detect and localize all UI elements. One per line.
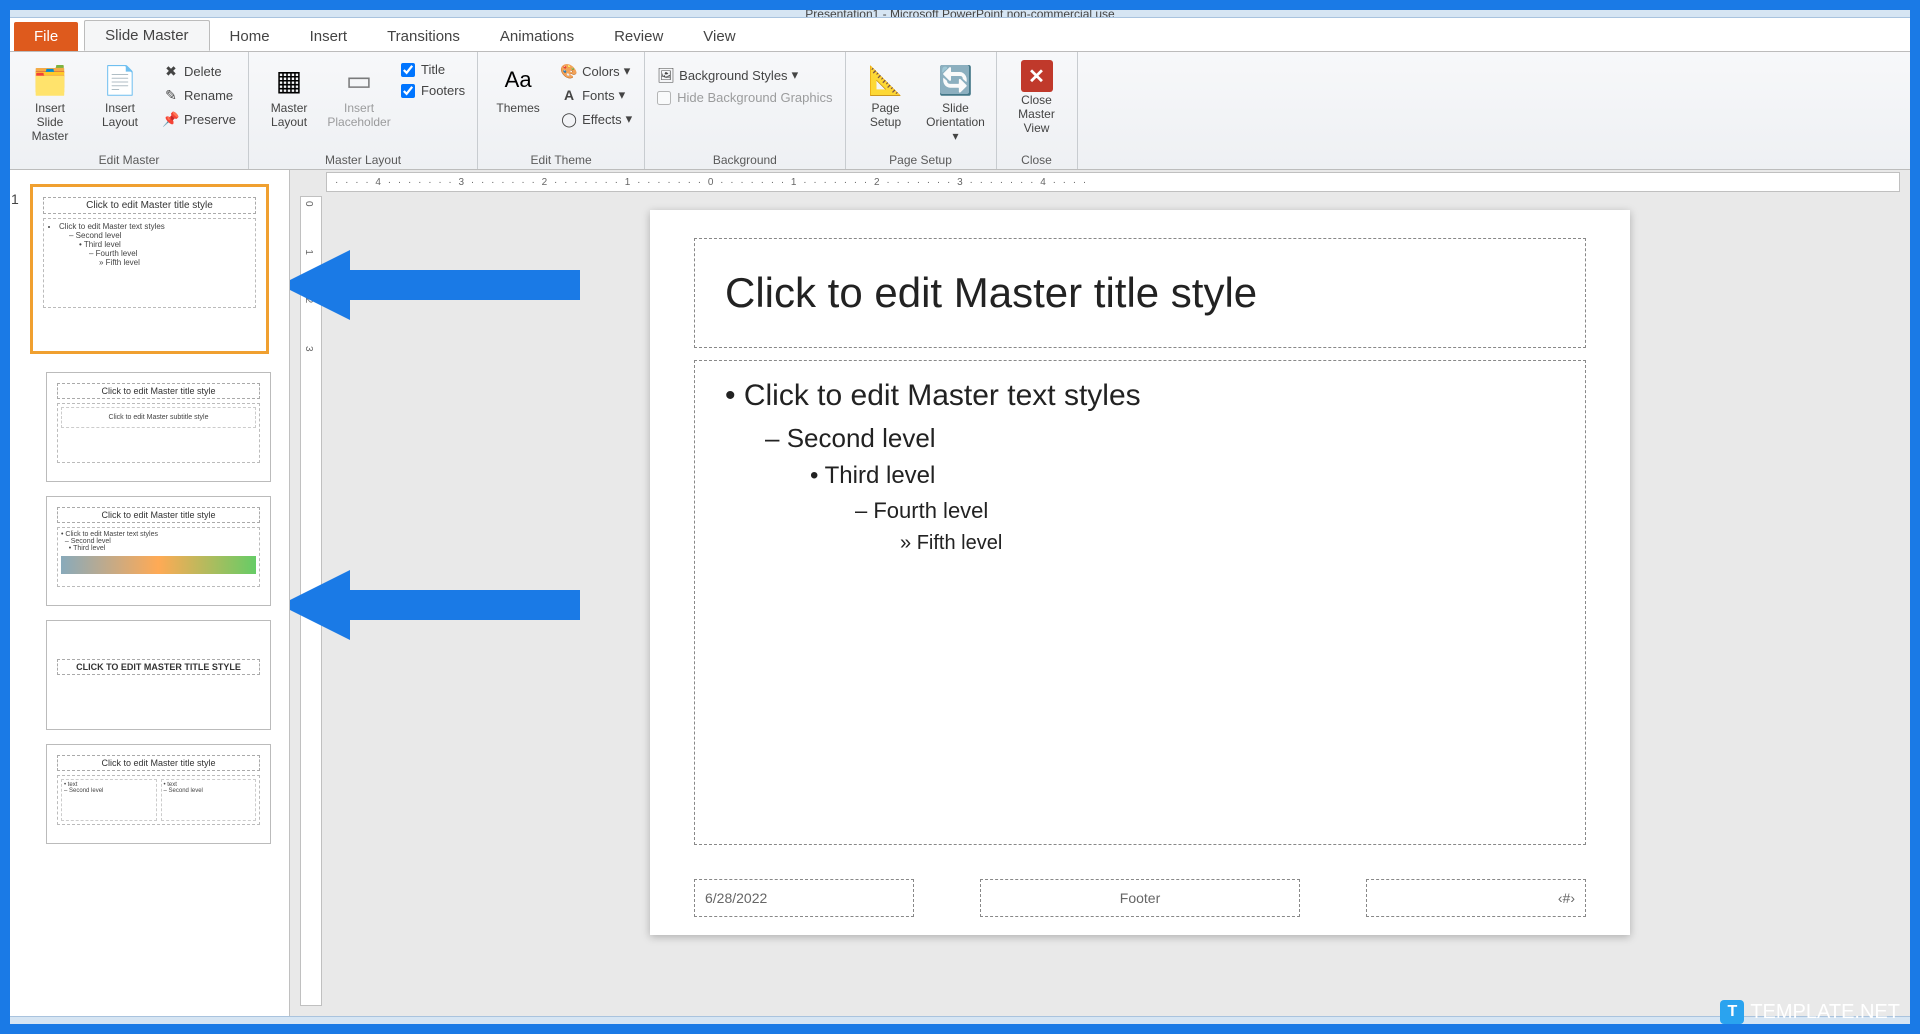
group-background: 🖼Background Styles ▾ Hide Background Gra… xyxy=(645,52,845,169)
close-icon: ✕ xyxy=(1021,60,1053,92)
watermark-icon: T xyxy=(1720,1000,1744,1024)
themes-icon: Aa xyxy=(498,60,538,100)
level2-text: Second level xyxy=(765,423,1555,454)
title-checkbox[interactable]: Title xyxy=(397,60,469,79)
layout-thumbnail-1[interactable]: Click to edit Master title style Click t… xyxy=(46,372,271,482)
master-slide-thumbnail[interactable]: 1 Click to edit Master title style Click… xyxy=(30,184,269,354)
tab-file[interactable]: File xyxy=(14,22,78,51)
group-label: Close xyxy=(1005,151,1069,167)
orientation-icon: 🔄 xyxy=(936,60,976,100)
group-label: Edit Theme xyxy=(486,151,636,167)
colors-button[interactable]: 🎨Colors ▾ xyxy=(556,60,636,82)
rename-button[interactable]: ✎Rename xyxy=(158,84,240,106)
master-layout-button[interactable]: ▦ Master Layout xyxy=(257,56,321,134)
watermark: T TEMPLATE.NET xyxy=(1720,1000,1900,1024)
rename-icon: ✎ xyxy=(162,86,180,104)
slide-orientation-button[interactable]: 🔄 Slide Orientation ▾ xyxy=(924,56,988,147)
thumb-title: CLICK TO EDIT MASTER TITLE STYLE xyxy=(57,659,260,675)
group-page-setup: 📐 Page Setup 🔄 Slide Orientation ▾ Page … xyxy=(846,52,997,169)
thumb-body: • Click to edit Master text styles – Sec… xyxy=(57,527,260,587)
group-master-layout: ▦ Master Layout ▭ Insert Placeholder Tit… xyxy=(249,52,478,169)
slide-canvas[interactable]: Click to edit Master title style Click t… xyxy=(650,210,1630,935)
status-bar xyxy=(10,1016,1910,1024)
tab-animations[interactable]: Animations xyxy=(480,22,594,51)
annotation-arrow-icon xyxy=(290,240,580,330)
layout-thumbnail-3[interactable]: CLICK TO EDIT MASTER TITLE STYLE xyxy=(46,620,271,730)
insert-slide-master-button[interactable]: 🗂️ Insert Slide Master xyxy=(18,56,82,147)
ribbon-tabs: File Slide Master Home Insert Transition… xyxy=(10,18,1910,52)
close-master-view-button[interactable]: ✕ Close Master View xyxy=(1005,56,1069,139)
thumb-title: Click to edit Master title style xyxy=(57,383,260,399)
effects-icon: ◯ xyxy=(560,110,578,128)
tab-home[interactable]: Home xyxy=(210,22,290,51)
thumb-title: Click to edit Master title style xyxy=(43,197,256,214)
tab-insert[interactable]: Insert xyxy=(290,22,368,51)
thumb-title: Click to edit Master title style xyxy=(57,755,260,771)
group-label: Edit Master xyxy=(18,151,240,167)
placeholder-icon: ▭ xyxy=(339,60,379,100)
tab-slide-master[interactable]: Slide Master xyxy=(84,20,209,51)
footer-placeholder[interactable]: Footer xyxy=(980,879,1300,917)
slide-number-placeholder[interactable]: ‹#› xyxy=(1366,879,1586,917)
thumb-number: 1 xyxy=(11,191,19,207)
thumb-body: Click to edit Master text styles – Secon… xyxy=(43,218,256,308)
effects-button[interactable]: ◯Effects ▾ xyxy=(556,108,636,130)
layout-thumbnail-2[interactable]: Click to edit Master title style • Click… xyxy=(46,496,271,606)
group-label: Master Layout xyxy=(257,151,469,167)
ribbon: 🗂️ Insert Slide Master 📄 Insert Layout ✖… xyxy=(10,52,1910,170)
level5-text: Fifth level xyxy=(900,532,1555,555)
group-edit-master: 🗂️ Insert Slide Master 📄 Insert Layout ✖… xyxy=(10,52,249,169)
bg-styles-icon: 🖼 xyxy=(657,66,675,84)
thumb-body: • text– Second level • text– Second leve… xyxy=(57,775,260,825)
workspace: 1 Click to edit Master title style Click… xyxy=(10,170,1910,1016)
layout-thumbnail-4[interactable]: Click to edit Master title style • text–… xyxy=(46,744,271,844)
group-label: Page Setup xyxy=(854,151,988,167)
fonts-button[interactable]: AFonts ▾ xyxy=(556,84,636,106)
footers-checkbox[interactable]: Footers xyxy=(397,81,469,100)
fonts-icon: A xyxy=(560,86,578,104)
thumb-body: Click to edit Master subtitle style xyxy=(57,403,260,463)
level1-text: Click to edit Master text styles xyxy=(725,379,1555,413)
hide-bg-checkbox[interactable]: Hide Background Graphics xyxy=(653,88,836,107)
preserve-button[interactable]: 📌Preserve xyxy=(158,108,240,130)
title-placeholder[interactable]: Click to edit Master title style xyxy=(694,238,1586,348)
tab-transitions[interactable]: Transitions xyxy=(367,22,480,51)
tab-review[interactable]: Review xyxy=(594,22,683,51)
insert-placeholder-button[interactable]: ▭ Insert Placeholder xyxy=(327,56,391,134)
group-close: ✕ Close Master View Close xyxy=(997,52,1078,169)
layout-icon: 📄 xyxy=(100,60,140,100)
themes-button[interactable]: Aa Themes xyxy=(486,56,550,120)
title-bar: Presentation1 - Microsoft PowerPoint non… xyxy=(10,10,1910,18)
master-layout-icon: ▦ xyxy=(269,60,309,100)
page-setup-icon: 📐 xyxy=(866,60,906,100)
group-label: Background xyxy=(653,151,836,167)
body-placeholder[interactable]: Click to edit Master text styles Second … xyxy=(694,360,1586,845)
thumb-title: Click to edit Master title style xyxy=(57,507,260,523)
annotation-arrow-icon xyxy=(290,560,580,650)
delete-button[interactable]: ✖Delete xyxy=(158,60,240,82)
background-styles-button[interactable]: 🖼Background Styles ▾ xyxy=(653,64,836,86)
horizontal-ruler: · · · · 4 · · · · · · · 3 · · · · · · · … xyxy=(326,172,1900,192)
level3-text: Third level xyxy=(810,462,1555,490)
page-setup-button[interactable]: 📐 Page Setup xyxy=(854,56,918,134)
title-text: Click to edit Master title style xyxy=(725,269,1257,317)
colors-icon: 🎨 xyxy=(560,62,578,80)
delete-icon: ✖ xyxy=(162,62,180,80)
preserve-icon: 📌 xyxy=(162,110,180,128)
tab-view[interactable]: View xyxy=(683,22,755,51)
group-edit-theme: Aa Themes 🎨Colors ▾ AFonts ▾ ◯Effects ▾ … xyxy=(478,52,645,169)
date-placeholder[interactable]: 6/28/2022 xyxy=(694,879,914,917)
insert-layout-button[interactable]: 📄 Insert Layout xyxy=(88,56,152,134)
slide-editing-area: · · · · 4 · · · · · · · 3 · · · · · · · … xyxy=(290,170,1910,1016)
app-window: Presentation1 - Microsoft PowerPoint non… xyxy=(10,10,1910,1024)
slide-master-icon: 🗂️ xyxy=(30,60,70,100)
thumbnail-panel: 1 Click to edit Master title style Click… xyxy=(10,170,290,1016)
level4-text: Fourth level xyxy=(855,498,1555,524)
